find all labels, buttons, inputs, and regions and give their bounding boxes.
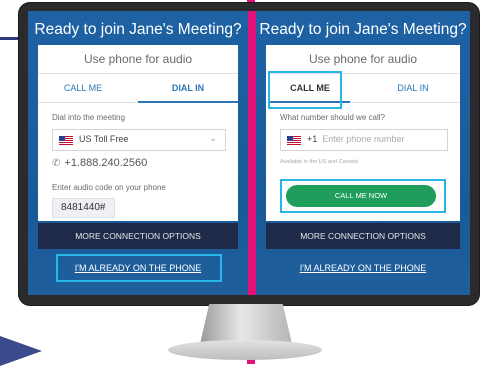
- monitor-screen: Ready to join Jane's Meeting? Use phone …: [28, 11, 470, 295]
- call-number-question: What number should we call?: [280, 113, 385, 122]
- tab-call-me[interactable]: CALL ME: [38, 74, 128, 102]
- dial-into-label: Dial into the meeting: [52, 113, 125, 122]
- phone-input-text: +1 Enter phone number: [307, 134, 404, 144]
- audio-tabs: CALL ME DIAL IN: [38, 74, 238, 103]
- highlight-already-on-phone: [56, 254, 222, 282]
- us-flag-icon: [59, 136, 73, 145]
- meeting-title: Ready to join Jane's Meeting?: [259, 21, 467, 38]
- dial-in-number-row: ✆ +1.888.240.2560: [52, 157, 147, 169]
- phone-placeholder: Enter phone number: [322, 134, 405, 144]
- already-on-phone-link[interactable]: I'M ALREADY ON THE PHONE: [256, 263, 470, 273]
- use-phone-heading: Use phone for audio: [266, 45, 460, 74]
- chevron-down-icon: ⌄: [209, 133, 217, 143]
- audio-card: Use phone for audio CALL ME DIAL IN Dial…: [38, 45, 238, 221]
- more-connection-options-button[interactable]: MORE CONNECTION OPTIONS: [266, 223, 460, 249]
- monitor-bezel: Ready to join Jane's Meeting? Use phone …: [18, 2, 480, 306]
- dial-in-number: +1.888.240.2560: [64, 157, 148, 169]
- pink-divider: [248, 11, 256, 295]
- meeting-title: Ready to join Jane's Meeting?: [34, 21, 242, 38]
- country-code: +1: [307, 134, 318, 144]
- country-option-text: US Toll Free: [79, 134, 129, 144]
- highlight-call-me-tab: [268, 71, 342, 109]
- availability-note: Available in the US and Canada: [280, 159, 358, 165]
- monitor-stand-neck: [200, 304, 292, 344]
- us-flag-icon: [287, 136, 301, 145]
- dial-in-panel: Ready to join Jane's Meeting? Use phone …: [28, 11, 248, 295]
- phone-number-input[interactable]: +1 Enter phone number: [280, 129, 448, 151]
- tab-dial-in[interactable]: DIAL IN: [138, 74, 238, 102]
- audio-code-value: 8481440#: [52, 198, 115, 218]
- audio-code-label: Enter audio code on your phone: [52, 183, 166, 192]
- decorative-arrow-shape: [0, 336, 42, 366]
- country-select[interactable]: US Toll Free ⌄: [52, 129, 226, 151]
- more-connection-options-button[interactable]: MORE CONNECTION OPTIONS: [38, 223, 238, 249]
- active-tab-indicator: [138, 101, 238, 103]
- tab-dial-in[interactable]: DIAL IN: [366, 74, 460, 102]
- phone-icon: ✆: [52, 158, 61, 169]
- use-phone-heading: Use phone for audio: [38, 45, 238, 74]
- call-me-panel: Ready to join Jane's Meeting? Use phone …: [256, 11, 470, 295]
- monitor-stand-base: [168, 340, 322, 360]
- highlight-call-me-now: [280, 179, 446, 213]
